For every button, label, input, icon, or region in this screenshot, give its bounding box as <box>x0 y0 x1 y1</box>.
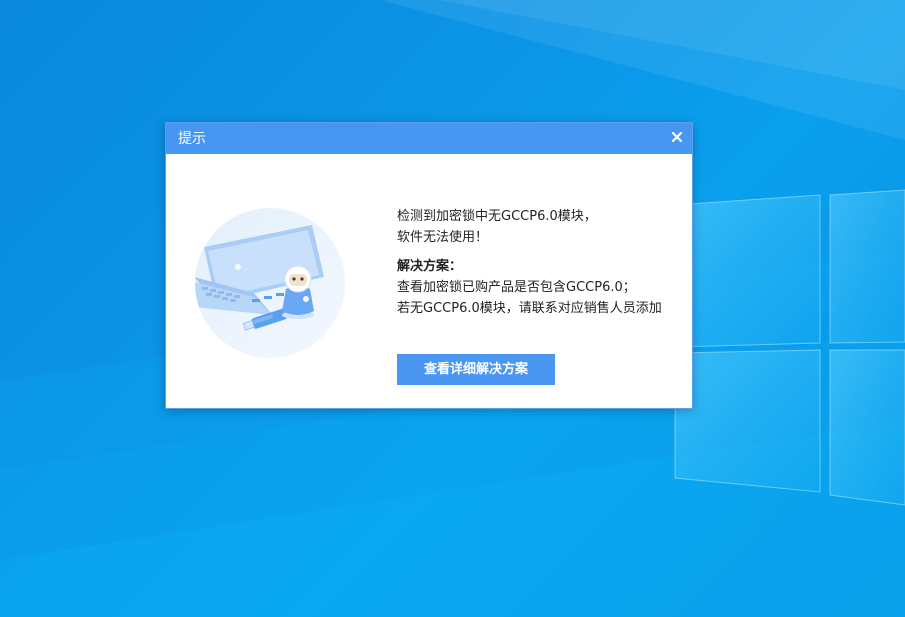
view-detailed-solution-button[interactable]: 查看详细解决方案 <box>397 354 555 385</box>
solution-heading: 解决方案： <box>397 259 463 274</box>
dialog-message: 检测到加密锁中无GCCP6.0模块， 软件无法使用！ 解决方案： 查看加密锁已购… <box>397 206 687 319</box>
solution-line-1: 查看加密锁已购产品是否包含GCCP6.0； <box>397 280 636 295</box>
solution-line-2: 若无GCCP6.0模块，请联系对应销售人员添加 <box>397 301 662 316</box>
dialog-titlebar[interactable]: 提示 <box>166 123 692 154</box>
dialog-title: 提示 <box>178 131 206 147</box>
usb-dongle-laptop-illustration <box>194 207 346 359</box>
desktop-background: 提示 检测到加密锁中无GCCP6.0模块， 软件无法使用！ 解决方案： 查看加密… <box>0 0 905 617</box>
message-line-2: 软件无法使用！ <box>397 230 489 245</box>
prompt-dialog: 提示 检测到加密锁中无GCCP6.0模块， 软件无法使用！ 解决方案： 查看加密… <box>165 122 693 409</box>
close-icon[interactable] <box>668 128 686 146</box>
message-line-1: 检测到加密锁中无GCCP6.0模块， <box>397 209 597 224</box>
